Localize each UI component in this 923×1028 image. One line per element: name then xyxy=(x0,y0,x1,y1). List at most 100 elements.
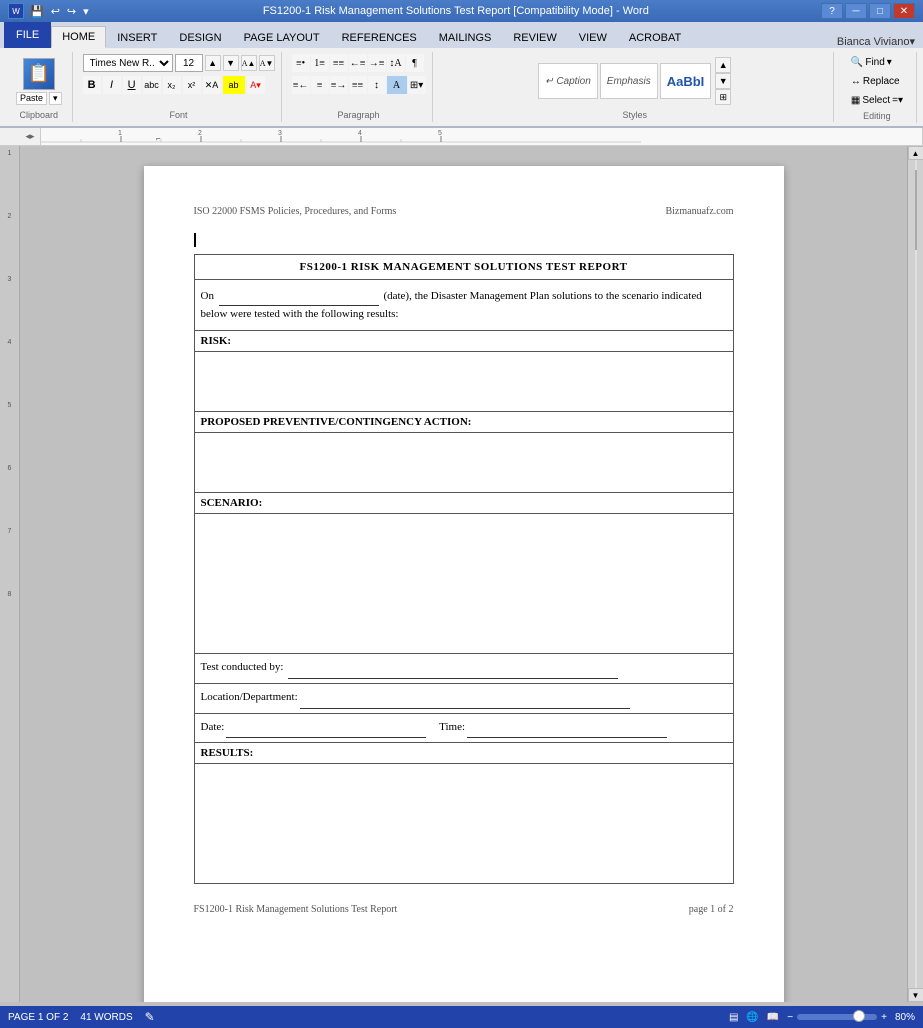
align-right-btn[interactable]: ≡→ xyxy=(330,76,348,94)
line-spacing-btn[interactable]: ↕ xyxy=(368,76,386,94)
more-quick-btn[interactable]: ▾ xyxy=(81,5,91,18)
font-name-row: Times New R... ▲ ▼ A▲ A▼ xyxy=(83,54,275,72)
shading-btn[interactable]: A xyxy=(387,76,407,94)
tab-review[interactable]: REVIEW xyxy=(502,26,567,48)
view-web-btn[interactable]: 🌐 xyxy=(746,1012,758,1023)
zoom-bar[interactable] xyxy=(797,1014,877,1020)
increase-indent-btn[interactable]: →≡ xyxy=(368,54,386,72)
border-btn[interactable]: ⊞▾ xyxy=(408,76,426,94)
bold-btn[interactable]: B xyxy=(83,76,101,94)
replace-button[interactable]: ↔ Replace xyxy=(844,73,907,90)
find-label: Find xyxy=(865,57,884,68)
style-caption[interactable]: ↵ Caption xyxy=(538,63,598,99)
zoom-in-btn[interactable]: + xyxy=(881,1012,887,1023)
select-label: Select xyxy=(862,95,890,106)
font-size-down-btn[interactable]: ▼ xyxy=(223,55,239,71)
redo-quick-btn[interactable]: ↪ xyxy=(65,5,78,18)
tab-view[interactable]: VIEW xyxy=(568,26,618,48)
font-size-up-btn[interactable]: ▲ xyxy=(205,55,221,71)
tab-file[interactable]: FILE xyxy=(4,22,51,48)
text-cursor[interactable] xyxy=(194,233,734,254)
underline-btn[interactable]: U xyxy=(123,76,141,94)
scenario-content[interactable] xyxy=(194,514,733,654)
user-name-label: Bianca Viviano xyxy=(837,36,910,48)
maximize-btn[interactable]: □ xyxy=(869,3,891,19)
clear-format-btn[interactable]: ✕A xyxy=(203,76,221,94)
intro-text: On (date), the Disaster Management Plan … xyxy=(201,290,702,320)
preventive-content[interactable] xyxy=(194,433,733,493)
font-color-btn[interactable]: A▾ xyxy=(247,76,265,94)
styles-up-btn[interactable]: ▲ xyxy=(715,57,731,73)
tab-acrobat[interactable]: ACROBAT xyxy=(618,26,692,48)
scrollbar-right[interactable]: ▲ ▼ xyxy=(907,146,923,1002)
preventive-header-row: PROPOSED PREVENTIVE/CONTINGENCY ACTION: xyxy=(194,412,733,433)
decrease-indent-btn[interactable]: ←≡ xyxy=(349,54,367,72)
title-row: FS1200-1 RISK MANAGEMENT SOLUTIONS TEST … xyxy=(194,255,733,280)
date-field[interactable] xyxy=(219,288,379,306)
style-emphasis[interactable]: Emphasis xyxy=(600,63,658,99)
paste-button[interactable]: 📋 Paste ▾ xyxy=(12,56,66,107)
superscript-btn[interactable]: x² xyxy=(183,76,201,94)
view-read-btn[interactable]: 📖 xyxy=(767,1012,779,1023)
find-button[interactable]: 🔍 Find ▾ xyxy=(844,54,899,71)
ruler-mark-6: 6 xyxy=(8,465,12,472)
undo-quick-btn[interactable]: ↩ xyxy=(49,5,62,18)
find-arrow: ▾ xyxy=(887,57,892,68)
svg-text:1: 1 xyxy=(118,130,122,137)
justify-btn[interactable]: ≡≡ xyxy=(349,76,367,94)
tab-references[interactable]: REFERENCES xyxy=(331,26,428,48)
results-content[interactable] xyxy=(194,764,733,884)
scroll-down-btn[interactable]: ▼ xyxy=(908,988,923,1002)
proofing-icon[interactable]: ✎ xyxy=(145,1010,155,1024)
risk-content[interactable] xyxy=(194,352,733,412)
paste-label[interactable]: Paste xyxy=(16,92,47,105)
test-conducted-row: Test conducted by: xyxy=(194,654,733,684)
align-center-btn[interactable]: ≡ xyxy=(311,76,329,94)
time-label: Time: xyxy=(439,721,465,733)
tab-page-layout[interactable]: PAGE LAYOUT xyxy=(233,26,331,48)
show-formatting-btn[interactable]: ¶ xyxy=(406,54,424,72)
strikethrough-btn[interactable]: abc xyxy=(143,76,161,94)
window-title: FS1200-1 Risk Management Solutions Test … xyxy=(91,5,821,17)
zoom-thumb[interactable] xyxy=(853,1010,865,1022)
help-btn[interactable]: ? xyxy=(821,3,843,19)
styles-more-btn[interactable]: ⊞ xyxy=(715,89,731,105)
select-button[interactable]: ▦ Select =▾ xyxy=(844,92,910,109)
zoom-level[interactable]: 80% xyxy=(895,1012,915,1023)
subscript-btn[interactable]: x₂ xyxy=(163,76,181,94)
view-print-btn[interactable]: ▤ xyxy=(729,1012,738,1023)
font-shrink-btn[interactable]: A▼ xyxy=(259,55,275,71)
time-input-field[interactable] xyxy=(467,718,667,739)
zoom-out-btn[interactable]: − xyxy=(787,1012,793,1023)
document-area[interactable]: ISO 22000 FSMS Policies, Procedures, and… xyxy=(20,146,907,1002)
style-heading1[interactable]: AaBbI xyxy=(660,63,712,99)
close-btn[interactable]: ✕ xyxy=(893,3,915,19)
multilevel-btn[interactable]: ≡≡ xyxy=(330,54,348,72)
ruler-mark-8: 8 xyxy=(8,591,12,598)
font-name-select[interactable]: Times New R... xyxy=(83,54,173,72)
save-quick-btn[interactable]: 💾 xyxy=(28,5,46,18)
font-grow-btn[interactable]: A▲ xyxy=(241,55,257,71)
bullets-btn[interactable]: ≡• xyxy=(292,54,310,72)
results-label: RESULTS: xyxy=(194,743,733,764)
font-size-input[interactable] xyxy=(175,54,203,72)
location-field[interactable] xyxy=(300,688,630,709)
paste-arrow[interactable]: ▾ xyxy=(49,92,62,105)
scroll-up-btn[interactable]: ▲ xyxy=(908,146,923,160)
minimize-btn[interactable]: ─ xyxy=(845,3,867,19)
styles-down-btn[interactable]: ▼ xyxy=(715,73,731,89)
align-left-btn[interactable]: ≡← xyxy=(292,76,310,94)
italic-btn[interactable]: I xyxy=(103,76,121,94)
sort-btn[interactable]: ↕A xyxy=(387,54,405,72)
scroll-track[interactable] xyxy=(915,160,917,988)
replace-icon: ↔ xyxy=(851,76,861,87)
tab-design[interactable]: DESIGN xyxy=(168,26,232,48)
date-input-field[interactable] xyxy=(226,718,426,739)
tab-insert[interactable]: INSERT xyxy=(106,26,168,48)
tab-mailings[interactable]: MAILINGS xyxy=(428,26,503,48)
numbering-btn[interactable]: 1≡ xyxy=(311,54,329,72)
test-conducted-field[interactable] xyxy=(288,658,618,679)
text-highlight-btn[interactable]: ab xyxy=(223,76,245,94)
tab-home[interactable]: HOME xyxy=(51,26,106,48)
scroll-thumb[interactable] xyxy=(915,170,917,250)
